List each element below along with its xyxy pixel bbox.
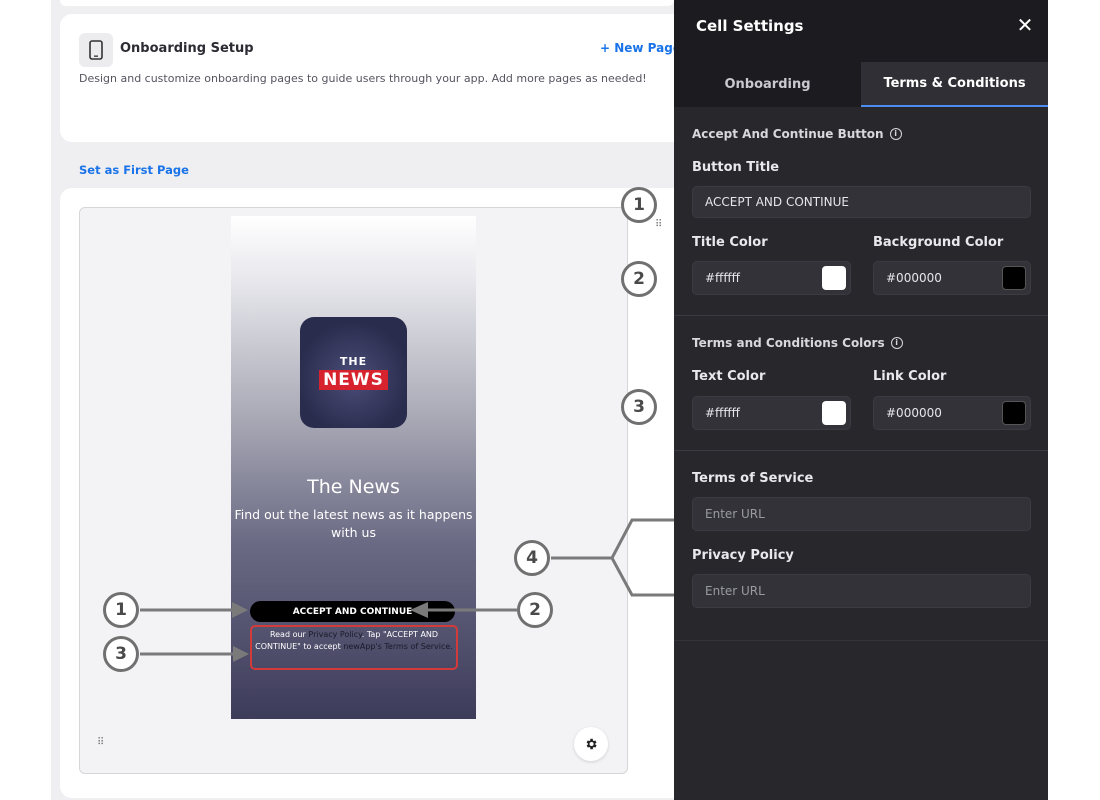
grip-icon[interactable]: ⠿ (655, 219, 667, 231)
button-title-label: Button Title (692, 160, 780, 175)
logo-text-top: THE (339, 355, 368, 368)
privacy-policy-label: Privacy Policy (692, 548, 794, 563)
gear-icon[interactable] (574, 727, 608, 761)
accept-section-label: Accept And Continue Button (692, 127, 884, 141)
title-color-label: Title Color (692, 235, 768, 250)
terms-suffix: Service. (418, 642, 453, 651)
callout-4: 4 (514, 540, 550, 576)
title-color-swatch[interactable] (822, 266, 846, 290)
set-first-page-link[interactable]: Set as First Page (79, 163, 189, 177)
tab-terms-conditions[interactable]: Terms & Conditions (861, 62, 1048, 107)
accept-section-heading: Accept And Continue Button i (692, 127, 902, 141)
panel-header: Cell Settings ✕ (674, 0, 1048, 62)
setup-description: Design and customize onboarding pages to… (79, 72, 647, 85)
accept-continue-button[interactable]: ACCEPT AND CONTINUE (250, 601, 455, 622)
background-color-swatch[interactable] (1002, 266, 1026, 290)
info-icon[interactable]: i (890, 337, 903, 349)
screen: Onboarding Setup + New Page Design and c… (0, 0, 1100, 800)
setup-title: Onboarding Setup (120, 41, 254, 56)
terms-text-box: Read our Privacy Policy. Tap "ACCEPT AND… (250, 625, 458, 670)
app-logo: THE NEWS (300, 317, 407, 428)
privacy-policy-input[interactable]: Enter URL (692, 574, 1031, 608)
terms-of-service-link[interactable]: newApp's Terms of (343, 642, 418, 651)
terms-prefix: Read our (269, 630, 309, 639)
button-title-input[interactable]: ACCEPT AND CONTINUE (692, 186, 1031, 218)
app-title: The News (307, 476, 400, 498)
link-color-swatch[interactable] (1002, 401, 1026, 425)
tab-onboarding[interactable]: Onboarding (674, 62, 861, 107)
info-icon[interactable]: i (889, 128, 902, 140)
close-icon[interactable]: ✕ (1014, 13, 1036, 37)
callout-2-right: 2 (621, 261, 657, 297)
callout-2-left: 2 (517, 592, 553, 628)
callout-1-left: 1 (103, 592, 139, 628)
logo-text-bottom: NEWS (319, 370, 388, 390)
terms-of-service-label: Terms of Service (692, 471, 814, 486)
phone-icon (79, 33, 113, 67)
text-color-swatch[interactable] (822, 401, 846, 425)
grip-icon[interactable]: ⠿ (97, 737, 109, 749)
divider (674, 450, 1048, 451)
settings-tabs: Onboarding Terms & Conditions (674, 62, 1048, 107)
privacy-policy-link[interactable]: Privacy Policy (308, 630, 361, 639)
tc-section-label: Terms and Conditions Colors (692, 336, 885, 350)
link-color-label: Link Color (873, 369, 947, 384)
previous-card-edge (60, 0, 674, 6)
divider (674, 315, 1048, 316)
phone-preview: THE NEWS The News Find out the latest ne… (231, 216, 476, 719)
tc-section-heading: Terms and Conditions Colors i (692, 336, 903, 350)
callout-1-right: 1 (621, 187, 657, 223)
background-color-label: Background Color (873, 235, 1004, 250)
callout-3-left: 3 (103, 636, 139, 672)
panel-title: Cell Settings (696, 17, 804, 35)
callout-3-right: 3 (621, 389, 657, 425)
panel-section-edge (674, 640, 1048, 641)
text-color-label: Text Color (692, 369, 766, 384)
app-tagline: Find out the latest news as it happens w… (234, 507, 473, 540)
new-page-button[interactable]: + New Page (600, 41, 674, 55)
terms-of-service-input[interactable]: Enter URL (692, 497, 1031, 531)
cell-settings-panel: Cell Settings ✕ Onboarding Terms & Condi… (674, 0, 1048, 800)
